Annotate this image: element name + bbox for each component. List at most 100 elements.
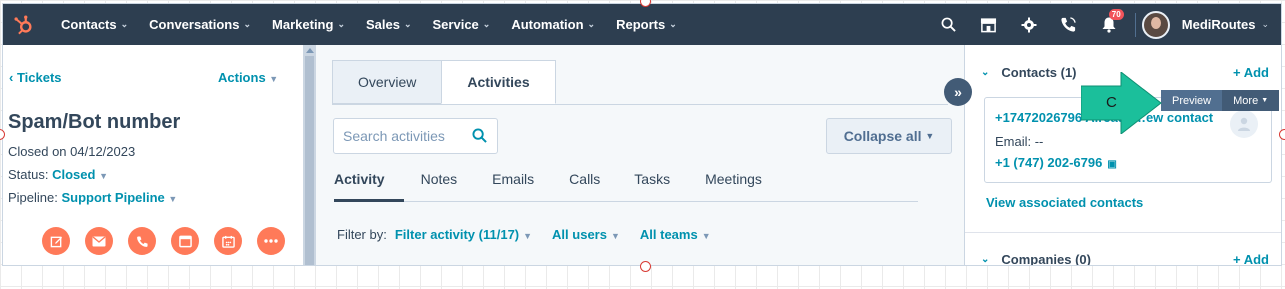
caret-down-icon: ▼ bbox=[168, 194, 178, 204]
nav-service[interactable]: Service ⌄ bbox=[433, 17, 491, 32]
more-label: More bbox=[1233, 94, 1259, 107]
chevron-down-icon: ⌄ bbox=[337, 19, 345, 29]
closed-date: Closed on 04/12/2023 bbox=[8, 144, 136, 159]
notifications-bell-icon[interactable]: 70 bbox=[1089, 4, 1129, 45]
search-icon[interactable] bbox=[929, 4, 969, 45]
record-title: Spam/Bot number bbox=[8, 111, 181, 133]
subtab-emails[interactable]: Emails bbox=[492, 171, 534, 187]
nav-reports[interactable]: Reports ⌄ bbox=[616, 17, 677, 32]
record-tabs: Overview Activities bbox=[332, 60, 556, 104]
call-icon[interactable] bbox=[128, 227, 156, 255]
chevron-down-icon: ⌄ bbox=[482, 19, 491, 29]
actions-dropdown[interactable]: Actions ▼ bbox=[218, 70, 278, 85]
selection-handle bbox=[1279, 129, 1285, 140]
chevron-down-icon: ⌄ bbox=[403, 19, 412, 29]
chevron-down-icon: ⌄ bbox=[981, 254, 990, 265]
caret-down-icon: ▼ bbox=[99, 171, 108, 181]
chevron-down-icon: ⌄ bbox=[243, 19, 252, 29]
companies-card-toggle[interactable]: ⌄ Companies (0) bbox=[981, 252, 1091, 266]
filter-activity-dropdown[interactable]: Filter activity (11/17) ▼ bbox=[395, 227, 532, 242]
user-avatar[interactable] bbox=[1141, 10, 1170, 39]
email-icon[interactable] bbox=[85, 227, 113, 255]
view-associated-contacts-link[interactable]: View associated contacts bbox=[986, 195, 1143, 210]
nav-sales[interactable]: Sales ⌄ bbox=[366, 17, 412, 32]
nav-reports-label: Reports bbox=[616, 17, 666, 32]
tab-overview[interactable]: Overview bbox=[332, 60, 443, 104]
subtab-activity[interactable]: Activity bbox=[334, 171, 385, 187]
chevron-down-icon: ⌄ bbox=[587, 19, 596, 29]
search-activities-input[interactable] bbox=[343, 128, 463, 144]
preview-button[interactable]: Preview bbox=[1161, 90, 1223, 111]
companies-header: Companies (0) bbox=[1001, 252, 1091, 266]
all-users-dropdown[interactable]: All users ▼ bbox=[552, 227, 620, 242]
status-row: Status: Closed ▼ bbox=[8, 167, 108, 182]
contact-hover-menu: Preview More ▼ bbox=[1161, 90, 1280, 111]
task-icon[interactable] bbox=[171, 227, 199, 255]
settings-gear-icon[interactable] bbox=[1009, 4, 1049, 45]
breadcrumb-tickets-link[interactable]: ‹ Tickets bbox=[9, 70, 62, 85]
annotation-label: C bbox=[1106, 94, 1117, 111]
filter-bar: Filter by: Filter activity (11/17) ▼ All … bbox=[337, 227, 731, 242]
sidebar-scrollbar-thumb[interactable] bbox=[305, 56, 314, 265]
record-action-buttons bbox=[42, 227, 300, 255]
filter-by-label: Filter by: bbox=[337, 227, 387, 242]
caret-down-icon: ▼ bbox=[610, 231, 620, 241]
account-name[interactable]: MediRoutes bbox=[1182, 17, 1256, 32]
caret-down-icon: ▼ bbox=[701, 231, 711, 241]
app-window: Contacts ⌄ Conversations ⌄ Marketing ⌄ Sale… bbox=[2, 3, 1282, 266]
tabs-divider bbox=[332, 104, 948, 105]
nav-conversations[interactable]: Conversations ⌄ bbox=[149, 17, 251, 32]
pipeline-dropdown[interactable]: Support Pipeline ▼ bbox=[62, 190, 178, 205]
caret-down-icon: ▼ bbox=[1261, 97, 1269, 104]
caret-down-icon: ▼ bbox=[523, 231, 533, 241]
nav-marketing[interactable]: Marketing ⌄ bbox=[272, 17, 345, 32]
contacts-header: Contacts (1) bbox=[1001, 65, 1077, 80]
expand-sidebar-icon[interactable]: » bbox=[944, 78, 972, 106]
scroll-up-arrow-icon[interactable] bbox=[306, 48, 314, 53]
hubspot-logo-icon[interactable] bbox=[3, 4, 43, 45]
subtab-notes[interactable]: Notes bbox=[421, 171, 458, 187]
contact-phone-link[interactable]: +1 (747) 202-6796 ▣ bbox=[995, 155, 1117, 170]
search-icon[interactable] bbox=[472, 128, 487, 148]
more-dropdown-button[interactable]: More ▼ bbox=[1222, 90, 1280, 111]
subtab-calls[interactable]: Calls bbox=[569, 171, 600, 187]
caret-down-icon: ▼ bbox=[925, 131, 935, 141]
copy-icon[interactable]: ▣ bbox=[1107, 159, 1116, 170]
meeting-icon[interactable] bbox=[214, 227, 242, 255]
chevron-down-icon: ⌄ bbox=[120, 19, 129, 29]
all-teams-label: All teams bbox=[639, 227, 698, 242]
nav-automation[interactable]: Automation ⌄ bbox=[511, 17, 595, 32]
contacts-card-toggle[interactable]: ⌄ Contacts (1) bbox=[981, 65, 1077, 80]
note-icon[interactable] bbox=[42, 227, 70, 255]
marketplace-icon[interactable] bbox=[969, 4, 1009, 45]
add-company-link[interactable]: + Add bbox=[1233, 252, 1269, 265]
nav-contacts-label: Contacts bbox=[61, 17, 117, 32]
nav-service-label: Service bbox=[432, 17, 479, 32]
pipeline-row: Pipeline: Support Pipeline ▼ bbox=[8, 190, 177, 205]
chevron-down-icon: ⌄ bbox=[981, 67, 990, 78]
status-dropdown[interactable]: Closed ▼ bbox=[52, 167, 108, 182]
contact-phone-number: +1 (747) 202-6796 bbox=[995, 155, 1103, 170]
nav-marketing-label: Marketing bbox=[272, 17, 334, 32]
more-icon[interactable] bbox=[257, 227, 285, 255]
status-label: Status: bbox=[8, 167, 49, 182]
all-teams-dropdown[interactable]: All teams ▼ bbox=[640, 227, 711, 242]
collapse-all-button[interactable]: Collapse all ▼ bbox=[826, 118, 952, 154]
nav-divider bbox=[1134, 12, 1136, 37]
add-contact-link[interactable]: + Add bbox=[1233, 65, 1269, 80]
chevron-down-icon[interactable]: ⌄ bbox=[1261, 19, 1269, 30]
subtab-meetings[interactable]: Meetings bbox=[705, 171, 762, 187]
nav-conversations-label: Conversations bbox=[149, 17, 240, 32]
calling-icon[interactable] bbox=[1049, 4, 1089, 45]
tab-activities[interactable]: Activities bbox=[441, 60, 556, 104]
nav-contacts[interactable]: Contacts ⌄ bbox=[61, 17, 128, 32]
pipeline-value: Support Pipeline bbox=[61, 190, 165, 205]
collapse-all-label: Collapse all bbox=[843, 128, 922, 144]
contact-email: Email: -- bbox=[995, 134, 1044, 149]
search-activities-field[interactable] bbox=[333, 118, 498, 154]
main-menu: Contacts ⌄ Conversations ⌄ Marketing ⌄ Sale… bbox=[61, 17, 698, 32]
nav-sales-label: Sales bbox=[365, 17, 400, 32]
subtab-tasks[interactable]: Tasks bbox=[634, 171, 670, 187]
subtabs-divider bbox=[334, 201, 918, 202]
chevron-down-icon: ⌄ bbox=[669, 19, 677, 29]
